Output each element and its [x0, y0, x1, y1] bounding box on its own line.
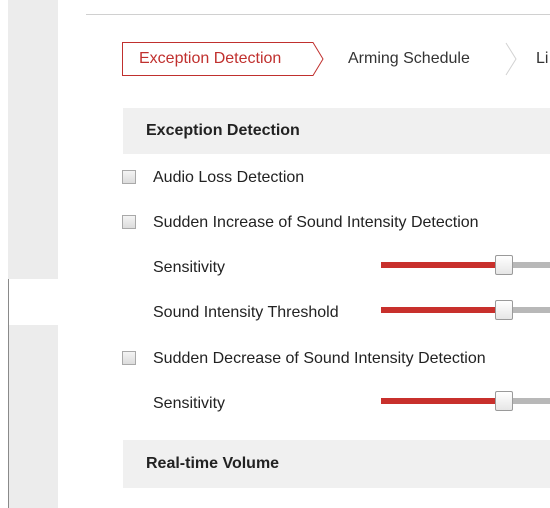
slider-fill	[381, 398, 505, 404]
sudden-decrease-row: Sudden Decrease of Sound Intensity Detec…	[122, 347, 550, 371]
audio-loss-row: Audio Loss Detection	[122, 166, 550, 190]
slider-thumb[interactable]	[495, 300, 514, 320]
sudden-increase-row: Sudden Increase of Sound Intensity Detec…	[122, 211, 550, 235]
section-header-realtime-volume: Real-time Volume	[123, 440, 550, 488]
audio-loss-label: Audio Loss Detection	[153, 169, 305, 186]
increase-sensitivity-label: Sensitivity	[153, 259, 226, 276]
left-panel-top	[8, 0, 58, 279]
threshold-label: Sound Intensity Threshold	[153, 304, 339, 321]
decrease-sensitivity-slider[interactable]	[381, 391, 550, 411]
left-panel-border	[8, 279, 9, 508]
tab-linkage[interactable]: Li	[536, 42, 548, 76]
slider-fill	[381, 262, 505, 268]
threshold-slider[interactable]	[381, 300, 550, 320]
increase-sensitivity-slider[interactable]	[381, 255, 550, 275]
slider-thumb[interactable]	[495, 255, 514, 275]
tab-bar: Exception Detection Arming Schedule Li	[122, 42, 550, 76]
left-panel-bottom	[8, 325, 58, 508]
decrease-sensitivity-label: Sensitivity	[153, 395, 226, 412]
sudden-decrease-checkbox[interactable]	[122, 351, 136, 365]
sudden-increase-checkbox[interactable]	[122, 215, 136, 229]
top-divider	[86, 14, 550, 15]
slider-thumb[interactable]	[495, 391, 514, 411]
sudden-decrease-label: Sudden Decrease of Sound Intensity Detec…	[153, 350, 486, 367]
tab-arming-schedule[interactable]: Arming Schedule	[348, 42, 470, 76]
section-header-exception-detection: Exception Detection	[123, 108, 550, 154]
tab-exception-detection[interactable]: Exception Detection	[122, 42, 314, 76]
tab-separator-icon	[505, 42, 517, 76]
audio-loss-checkbox[interactable]	[122, 170, 136, 184]
sudden-increase-label: Sudden Increase of Sound Intensity Detec…	[153, 214, 479, 231]
slider-fill	[381, 307, 505, 313]
